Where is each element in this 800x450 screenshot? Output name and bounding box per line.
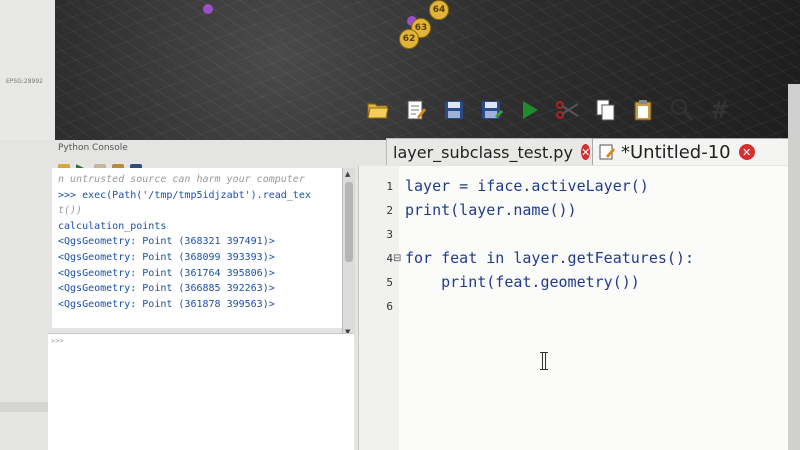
console-line: calculation_points xyxy=(58,220,167,232)
code-line: 5 print(feat.geometry()) xyxy=(386,273,640,291)
console-title: Python Console xyxy=(58,143,128,153)
code-editor[interactable]: 1 layer = iface.activeLayer() 2 print(la… xyxy=(358,166,800,450)
tab-layer-subclass-test[interactable]: layer_subclass_test.py ✕ xyxy=(386,138,594,165)
cut-icon[interactable] xyxy=(556,98,580,122)
open-folder-icon[interactable] xyxy=(366,98,390,122)
console-prompt: >>> xyxy=(51,337,64,345)
editor-toolbar: # xyxy=(362,84,800,136)
console-line: <QgsGeometry: Point (361764 395806)> xyxy=(58,267,275,279)
python-file-icon xyxy=(599,144,615,160)
console-line: <QgsGeometry: Point (361878 399563)> xyxy=(58,298,275,310)
code-line: 3 xyxy=(386,227,393,241)
console-line: t()) xyxy=(58,205,83,217)
console-line: <QgsGeometry: Point (366885 392263)> xyxy=(58,283,275,295)
console-line: >>> exec(Path('/tmp/tmp5idjzabt').read_t… xyxy=(58,189,311,201)
console-line: <QgsGeometry: Point (368099 393393)> xyxy=(58,251,275,263)
code-line: 1 layer = iface.activeLayer() xyxy=(386,177,649,195)
copy-icon[interactable] xyxy=(594,98,618,122)
console-line: n untrusted source can harm your compute… xyxy=(58,174,305,185)
tab-label: *Untitled-10 xyxy=(621,141,731,163)
save-as-icon[interactable] xyxy=(480,98,504,122)
console-line: <QgsGeometry: Point (368321 397491)> xyxy=(58,236,275,248)
console-output[interactable]: n untrusted source can harm your compute… xyxy=(52,168,342,328)
code-line: 6 xyxy=(386,299,393,313)
fold-marker-icon[interactable]: ⊟ xyxy=(393,253,401,264)
find-icon[interactable] xyxy=(670,98,694,122)
code-line: 2 print(layer.name()) xyxy=(386,201,577,219)
scroll-thumb[interactable] xyxy=(345,182,353,262)
map-cluster[interactable]: 64 xyxy=(429,0,449,20)
crs-label: EPSG:28992 xyxy=(6,78,43,85)
paste-icon[interactable] xyxy=(632,98,656,122)
console-input[interactable]: >>> xyxy=(48,333,354,450)
horizontal-scrollbar[interactable] xyxy=(0,402,48,412)
editor-tabs: layer_subclass_test.py ✕ *Untitled-10 ✕ xyxy=(356,134,800,165)
code-line: 4 ⊟ for feat in layer.getFeatures(): xyxy=(386,249,694,267)
comment-icon[interactable]: # xyxy=(708,96,732,124)
console-scrollbar[interactable]: ▲ ▼ xyxy=(342,168,355,338)
close-tab-icon[interactable]: ✕ xyxy=(738,144,755,160)
map-cluster[interactable]: 62 xyxy=(399,29,419,49)
right-panel-edge xyxy=(788,84,800,450)
edit-icon[interactable] xyxy=(404,98,428,122)
text-cursor-icon xyxy=(540,352,548,370)
close-tab-icon[interactable]: ✕ xyxy=(580,144,591,160)
run-icon[interactable] xyxy=(518,98,542,122)
tab-untitled-10[interactable]: *Untitled-10 ✕ xyxy=(592,138,800,165)
tab-label: layer_subclass_test.py xyxy=(393,142,573,162)
map-point-marker xyxy=(203,4,213,14)
save-icon[interactable] xyxy=(442,98,466,122)
left-panel: EPSG:28992 xyxy=(0,0,55,140)
scroll-up-icon[interactable]: ▲ xyxy=(345,170,350,178)
